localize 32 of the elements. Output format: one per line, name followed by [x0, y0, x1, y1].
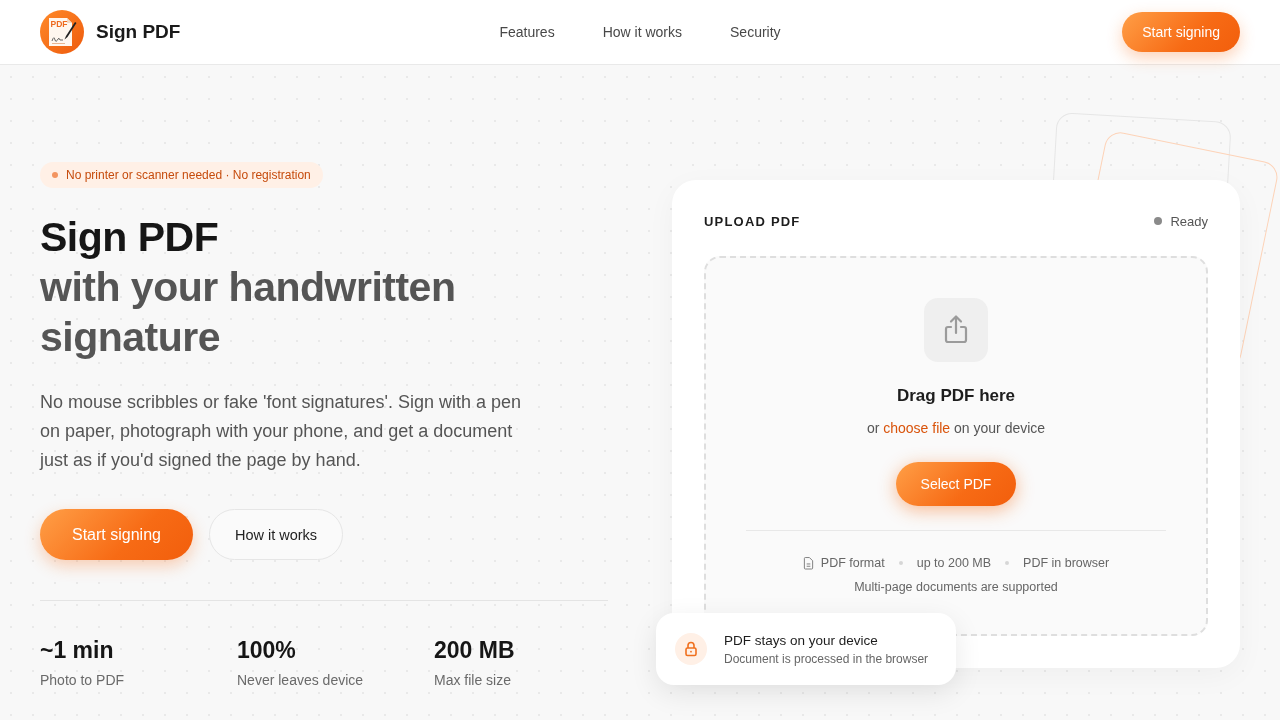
document-icon — [802, 556, 814, 570]
status-label: Ready — [1170, 213, 1208, 229]
card-title: UPLOAD PDF — [704, 213, 801, 229]
logo-icon: PDF — [40, 10, 84, 54]
description: No mouse scribbles or fake 'font signatures'. Sign with a pen on paper, photograph with your phone, and get a document just as if you'd signed the page by hand. — [40, 391, 523, 472]
feature-label: up to 200 MB — [916, 555, 992, 572]
brand-name: Sign PDF — [96, 21, 181, 43]
toast-text: Document is processed in the browser — [724, 650, 929, 667]
stat-label: Never leaves device — [237, 671, 364, 690]
drop-title: Drag PDF here — [896, 385, 1016, 407]
drop-zone[interactable]: Drag PDF here or choose file on your device Select PDF PDF format up to 200 MB PDF in browser Multi-page documents are supported — [704, 256, 1208, 636]
stat-value: 100% — [237, 636, 296, 665]
headline: Sign PDF — [40, 213, 219, 262]
headline-subtitle: with your handwritten signature — [40, 263, 457, 362]
choose-file-link[interactable]: choose file — [883, 420, 951, 436]
lock-icon — [675, 633, 707, 665]
badge-text: No printer or scanner needed · No registration — [66, 168, 311, 182]
share-icon — [924, 298, 988, 362]
dot-icon — [52, 172, 58, 178]
status-dot-icon — [1154, 217, 1163, 225]
feature-label: PDF format — [820, 555, 885, 572]
how-it-works-button[interactable]: How it works — [208, 509, 344, 560]
nav-link[interactable]: How it works — [602, 24, 682, 40]
nav-link[interactable]: Features — [499, 24, 555, 40]
stat-label: Photo to PDF — [40, 671, 125, 690]
support-note: Multi-page documents are supported — [854, 579, 1058, 596]
stat-value: 200 MB — [434, 636, 515, 665]
stat-label: Max file size — [434, 671, 512, 690]
feature-label: PDF in browser — [1023, 555, 1110, 572]
stat-value: ~1 min — [40, 636, 114, 665]
upload-hint: or choose file on your device — [866, 419, 1046, 438]
nav-link[interactable]: Security — [730, 24, 781, 40]
